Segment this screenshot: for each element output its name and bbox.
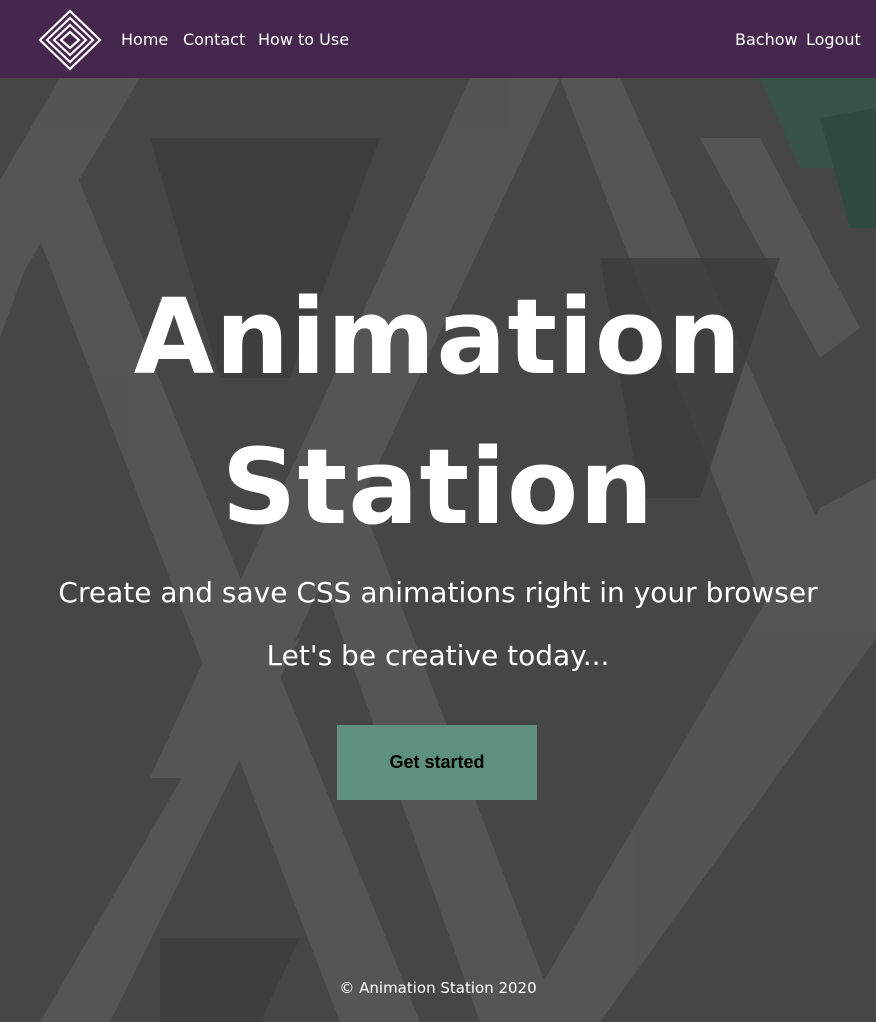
navbar: Home Contact How to Use Bachow Logout xyxy=(0,0,876,78)
nav-how-to-use-link[interactable]: How to Use xyxy=(258,29,349,51)
hero-subtitle: Create and save CSS animations right in … xyxy=(58,576,818,609)
nav-logout-link[interactable]: Logout xyxy=(806,29,861,51)
footer-copyright: © Animation Station 2020 xyxy=(339,979,537,997)
hero-title-line-1: Animation xyxy=(133,276,743,398)
hero-title: Animation Station xyxy=(0,262,876,562)
diamond-logo-icon[interactable] xyxy=(38,9,102,71)
hero-tagline: Let's be creative today... xyxy=(266,639,610,672)
page: Home Contact How to Use Bachow Logout An… xyxy=(0,0,876,1022)
nav-home-link[interactable]: Home xyxy=(121,29,168,51)
get-started-button[interactable]: Get started xyxy=(337,725,537,800)
hero-title-line-2: Station xyxy=(221,426,655,548)
nav-contact-link[interactable]: Contact xyxy=(183,29,245,51)
nav-user-link[interactable]: Bachow xyxy=(735,29,798,51)
